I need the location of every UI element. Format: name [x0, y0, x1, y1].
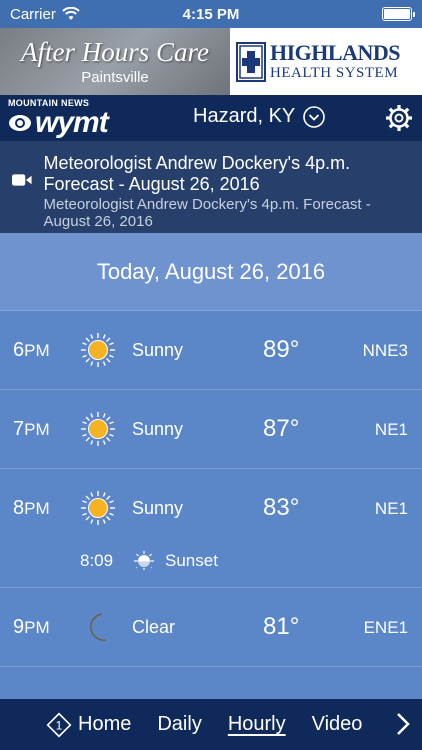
- hour-wind: ENE1: [363, 618, 408, 637]
- hour-temp: 81°: [263, 613, 300, 640]
- ad-right-line1: HIGHLANDS: [270, 40, 400, 65]
- hour-condition: Sunny: [132, 419, 184, 439]
- hour-wind: NE1: [374, 420, 408, 439]
- sun-icon: [80, 490, 116, 526]
- carrier-label: Carrier: [10, 5, 56, 23]
- ad-right-line2: HEALTH SYSTEM: [270, 65, 399, 81]
- battery-icon: [382, 7, 415, 21]
- sun-icon: [80, 411, 116, 447]
- ad-banner[interactable]: After Hours Care Paintsville HIGHLANDS H…: [0, 28, 422, 95]
- home-badge-number: 1: [56, 718, 63, 732]
- video-forecast-banner[interactable]: Meteorologist Andrew Dockery's 4p.m. For…: [0, 141, 422, 233]
- video-camera-icon: [12, 174, 32, 186]
- hour-row: 8PM Sunny 83° NE1 8:09 Sunset: [0, 469, 422, 588]
- hourly-list[interactable]: 6PM Sunny 89° NNE3 7PM Sunny 87° NE1 8PM…: [0, 311, 422, 699]
- hour-wind: NNE3: [362, 341, 408, 360]
- ad-left-title: After Hours Care: [21, 37, 209, 67]
- ad-left-subtitle: Paintsville: [81, 69, 149, 86]
- gear-icon[interactable]: [384, 103, 414, 133]
- hour-condition: Clear: [132, 617, 176, 637]
- hour-wind: NE1: [374, 499, 408, 518]
- location-selector[interactable]: Hazard, KY: [193, 105, 326, 128]
- nav-hourly[interactable]: Hourly: [228, 713, 286, 736]
- chevron-right-icon[interactable]: [396, 712, 410, 736]
- sun-icon: [80, 332, 116, 368]
- sunset-label: Sunset: [165, 551, 218, 570]
- ad-after-hours-care[interactable]: After Hours Care Paintsville: [0, 28, 230, 95]
- hour-time: 9PM: [13, 616, 50, 638]
- moon-icon: [90, 613, 107, 641]
- location-label: Hazard, KY: [193, 105, 296, 127]
- video-subtitle: Meteorologist Andrew Dockery's 4p.m. For…: [43, 196, 371, 230]
- home-badge-icon: 1: [46, 712, 72, 737]
- hour-temp: 89°: [263, 336, 300, 363]
- nav-daily[interactable]: Daily: [157, 713, 201, 736]
- hour-condition: Sunny: [132, 498, 184, 518]
- bottom-nav: 1 Home Daily Hourly Video: [0, 699, 422, 750]
- hour-condition: Sunny: [132, 340, 184, 360]
- nav-home-label: Home: [78, 713, 132, 735]
- brand-name: wymt: [35, 105, 109, 139]
- nav-home[interactable]: 1 Home: [46, 712, 131, 738]
- chevron-down-icon: [303, 105, 326, 128]
- brand-logo: MOUNTAIN NEWS wymt: [8, 98, 138, 139]
- sunset-icon: [134, 551, 154, 570]
- hour-row: 9PM Clear 81° ENE1: [0, 588, 422, 667]
- video-title: Meteorologist Andrew Dockery's 4p.m. For…: [43, 153, 351, 194]
- hour-time: 7PM: [13, 418, 50, 440]
- hour-row: 6PM Sunny 89° NNE3: [0, 311, 422, 390]
- highlands-logo-icon: [236, 41, 266, 82]
- cbs-eye-icon: [9, 114, 31, 131]
- hour-temp: 87°: [263, 415, 300, 442]
- nav-video[interactable]: Video: [312, 713, 363, 736]
- wifi-icon: [62, 7, 80, 20]
- status-carrier: Carrier: [10, 6, 80, 23]
- status-bar: Carrier 4:15 PM: [0, 0, 422, 28]
- hour-row: 7PM Sunny 87° NE1: [0, 390, 422, 469]
- hour-time: 8PM: [13, 497, 50, 519]
- hour-row-partial: [0, 667, 422, 699]
- ad-highlands-health[interactable]: HIGHLANDS HEALTH SYSTEM: [230, 28, 422, 95]
- hour-temp: 83°: [263, 494, 300, 521]
- date-header: Today, August 26, 2016: [0, 233, 422, 311]
- app-header: MOUNTAIN NEWS wymt Hazard, KY: [0, 95, 422, 141]
- hour-time: 6PM: [13, 339, 50, 361]
- sunset-time: 8:09: [80, 551, 114, 570]
